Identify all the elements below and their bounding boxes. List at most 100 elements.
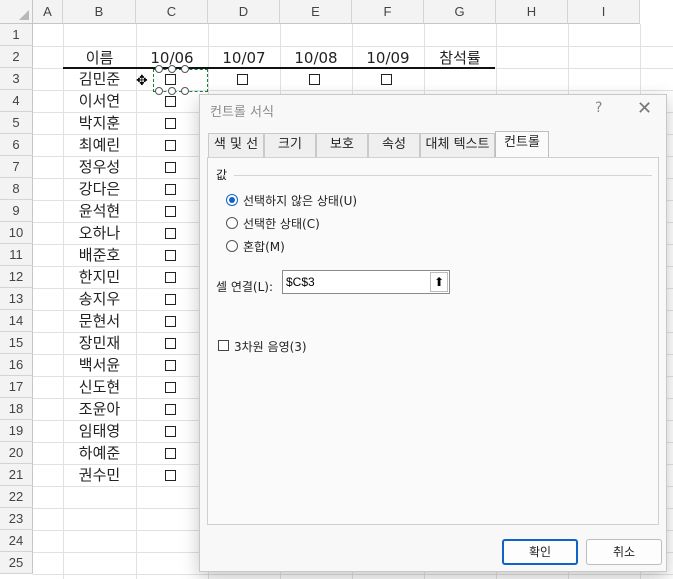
name-cell[interactable]: 한지민 [63,266,136,288]
row-header-20[interactable]: 20 [0,442,33,464]
row-header-15[interactable]: 15 [0,332,33,354]
value-radio-2[interactable] [226,240,238,252]
attendance-checkbox[interactable] [165,118,176,129]
attendance-checkbox[interactable] [165,316,176,327]
header-cell[interactable]: 10/07 [208,47,280,69]
column-header-a[interactable]: A [33,0,63,24]
row-header-3[interactable]: 3 [0,68,33,90]
attendance-checkbox[interactable] [165,228,176,239]
name-cell[interactable]: 강다은 [63,178,136,200]
row-header-24[interactable]: 24 [0,530,33,552]
name-cell[interactable]: 권수민 [63,464,136,486]
help-icon[interactable]: ? [595,100,602,116]
ok-button[interactable]: 확인 [502,539,578,565]
column-header-i[interactable]: I [568,0,640,24]
column-header-b[interactable]: B [63,0,136,24]
attendance-checkbox[interactable] [165,96,176,107]
row-header-23[interactable]: 23 [0,508,33,530]
row-header-9[interactable]: 9 [0,200,33,222]
row-header-7[interactable]: 7 [0,156,33,178]
attendance-checkbox[interactable] [381,74,392,85]
attendance-checkbox[interactable] [165,404,176,415]
name-cell[interactable]: 박지훈 [63,112,136,134]
row-header-12[interactable]: 12 [0,266,33,288]
row-header-11[interactable]: 11 [0,244,33,266]
resize-handle[interactable] [181,65,189,73]
cancel-button[interactable]: 취소 [586,539,662,565]
row-header-8[interactable]: 8 [0,178,33,200]
header-cell[interactable]: 이름 [63,47,136,69]
attendance-checkbox[interactable] [165,338,176,349]
name-cell[interactable]: 최예린 [63,134,136,156]
name-cell[interactable]: 배준호 [63,244,136,266]
name-cell[interactable]: 이서연 [63,90,136,112]
select-all-corner[interactable] [0,0,33,24]
attendance-checkbox[interactable] [165,382,176,393]
attendance-checkbox[interactable] [165,206,176,217]
column-header-f[interactable]: F [352,0,424,24]
attendance-checkbox[interactable] [237,74,248,85]
column-header-c[interactable]: C [136,0,208,24]
3d-shading-checkbox[interactable] [218,340,229,351]
column-header-e[interactable]: E [280,0,352,24]
tab-3[interactable]: 속성 [368,133,420,157]
name-cell[interactable]: 하예준 [63,442,136,464]
attendance-checkbox[interactable] [165,426,176,437]
row-header-22[interactable]: 22 [0,486,33,508]
row-header-25[interactable]: 25 [0,552,33,574]
attendance-checkbox[interactable] [165,294,176,305]
attendance-checkbox[interactable] [165,470,176,481]
cell-link-input[interactable]: $C$3 [282,270,450,294]
row-header-6[interactable]: 6 [0,134,33,156]
row-header-19[interactable]: 19 [0,420,33,442]
name-cell[interactable]: 윤석현 [63,200,136,222]
row-header-5[interactable]: 5 [0,112,33,134]
row-header-4[interactable]: 4 [0,90,33,112]
name-cell[interactable]: 신도현 [63,376,136,398]
name-cell[interactable]: 임태영 [63,420,136,442]
attendance-checkbox[interactable] [165,140,176,151]
name-cell[interactable]: 오하나 [63,222,136,244]
row-header-13[interactable]: 13 [0,288,33,310]
resize-handle[interactable] [181,87,189,95]
tab-5[interactable]: 컨트롤 [495,131,549,157]
row-header-16[interactable]: 16 [0,354,33,376]
row-header-1[interactable]: 1 [0,24,33,46]
name-cell[interactable]: 문현서 [63,310,136,332]
header-cell[interactable]: 10/09 [352,47,424,69]
name-cell[interactable]: 김민준 [63,68,136,90]
attendance-checkbox[interactable] [165,360,176,371]
column-header-h[interactable]: H [496,0,568,24]
range-picker-icon[interactable]: ⬆ [430,272,448,292]
attendance-checkbox[interactable] [165,448,176,459]
column-header-g[interactable]: G [424,0,496,24]
value-radio-1[interactable] [226,217,238,229]
name-cell[interactable]: 송지우 [63,288,136,310]
attendance-checkbox[interactable] [165,184,176,195]
tab-1[interactable]: 크기 [264,133,316,157]
header-cell[interactable]: 10/08 [280,47,352,69]
name-cell[interactable]: 백서윤 [63,354,136,376]
tab-0[interactable]: 색 및 선 [208,133,264,157]
attendance-checkbox[interactable] [165,162,176,173]
row-header-2[interactable]: 2 [0,46,33,68]
name-cell[interactable]: 장민재 [63,332,136,354]
row-header-21[interactable]: 21 [0,464,33,486]
resize-handle[interactable] [155,65,163,73]
row-header-14[interactable]: 14 [0,310,33,332]
attendance-checkbox[interactable] [165,272,176,283]
row-header-18[interactable]: 18 [0,398,33,420]
tab-2[interactable]: 보호 [316,133,368,157]
value-radio-0[interactable] [226,194,238,206]
attendance-checkbox[interactable] [309,74,320,85]
column-header-d[interactable]: D [208,0,280,24]
close-icon[interactable]: ✕ [637,98,652,119]
attendance-checkbox[interactable] [165,250,176,261]
row-header-10[interactable]: 10 [0,222,33,244]
header-cell[interactable]: 참석률 [424,47,496,69]
resize-handle[interactable] [155,87,163,95]
resize-handle[interactable] [168,87,176,95]
name-cell[interactable]: 정우성 [63,156,136,178]
name-cell[interactable]: 조윤아 [63,398,136,420]
resize-handle[interactable] [168,65,176,73]
